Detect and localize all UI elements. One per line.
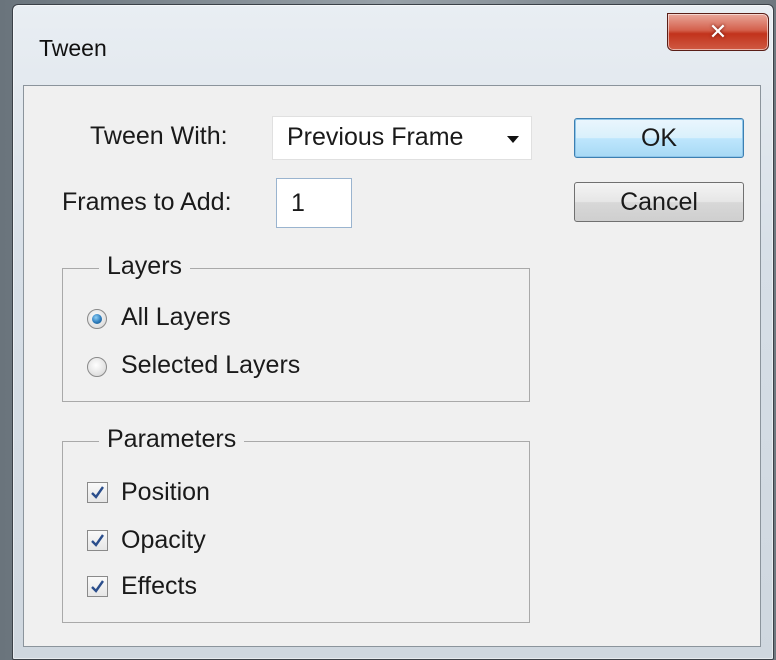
opacity-checkbox[interactable] [87,530,108,551]
frames-to-add-input[interactable]: 1 [276,178,352,228]
position-checkbox[interactable] [87,482,108,503]
frames-to-add-label: Frames to Add: [62,188,232,216]
all-layers-label[interactable]: All Layers [121,303,231,332]
tween-dialog: Tween ✕ Tween With: Previous Frame Frame… [12,4,774,660]
checkmark-icon [91,486,104,499]
layers-legend: Layers [99,252,191,281]
checkmark-icon [91,580,104,593]
close-icon: ✕ [708,19,728,44]
tween-with-label: Tween With: [90,122,228,150]
effects-checkbox[interactable] [87,576,108,597]
close-button[interactable]: ✕ [667,13,769,51]
ok-button-label: OK [640,123,678,152]
parameters-group: Parameters Position Opacity Effects [62,425,530,623]
dialog-title: Tween [39,35,107,61]
parameters-legend: Parameters [99,425,245,454]
layers-group: Layers All Layers Selected Layers [62,252,530,402]
selected-layers-label[interactable]: Selected Layers [121,351,300,380]
cancel-button-label: Cancel [620,187,698,216]
checkmark-icon [91,534,104,547]
all-layers-radio[interactable] [87,309,107,329]
tween-with-value: Previous Frame [287,123,464,151]
chevron-down-icon [507,136,519,143]
ok-button[interactable]: OK [574,118,744,158]
frames-to-add-value: 1 [291,189,305,217]
tween-with-select[interactable]: Previous Frame [272,116,532,160]
dialog-body: Tween With: Previous Frame Frames to Add… [23,85,761,647]
cancel-button[interactable]: Cancel [574,182,744,222]
title-bar[interactable]: Tween ✕ [13,5,773,87]
selected-layers-radio[interactable] [87,357,107,377]
position-label[interactable]: Position [121,478,210,507]
effects-label[interactable]: Effects [121,572,197,601]
opacity-label[interactable]: Opacity [121,526,206,555]
